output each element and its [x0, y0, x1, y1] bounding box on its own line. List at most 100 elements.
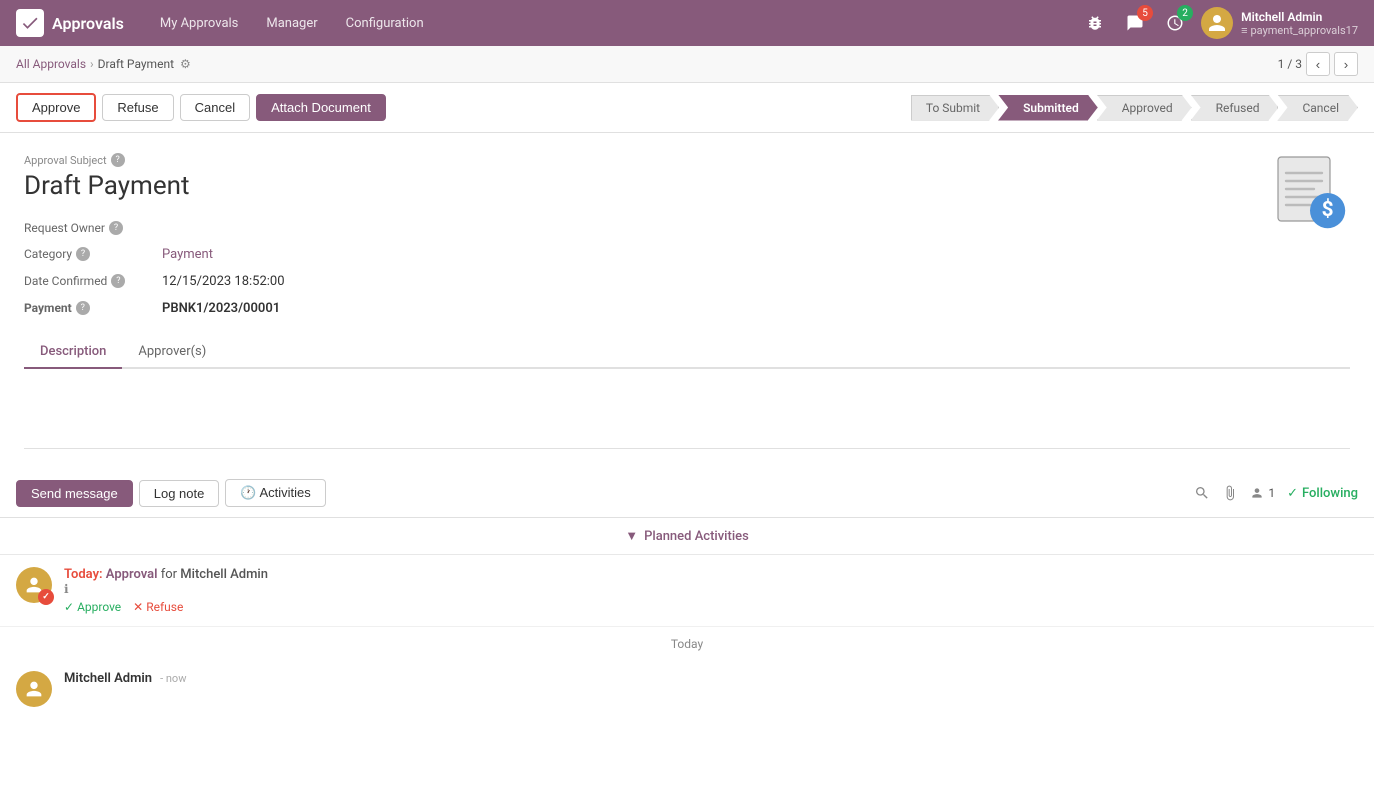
activities-button[interactable]: 🕐 Activities [225, 479, 325, 507]
user-name: Mitchell Admin [1241, 10, 1358, 24]
following-button[interactable]: ✓ Following [1287, 486, 1358, 501]
message-item: Mitchell Admin - now [0, 661, 1374, 717]
activity-info-icon[interactable]: ℹ [64, 582, 1358, 596]
message-content: Mitchell Admin - now [64, 671, 1358, 707]
date-divider: Today [0, 626, 1374, 661]
approval-subject-label: Approval Subject ? [24, 153, 285, 167]
category-value: Payment [162, 247, 213, 262]
payment-label: Payment ? [24, 301, 154, 315]
followers-count[interactable]: 1 [1250, 486, 1275, 500]
field-category: Category ? Payment [24, 247, 285, 262]
field-payment: Payment ? PBNK1/2023/00001 [24, 301, 285, 316]
category-help-icon[interactable]: ? [76, 247, 90, 261]
activity-avatar: ✓ [16, 567, 52, 603]
approval-subject-help-icon[interactable]: ? [111, 153, 125, 167]
breadcrumb-sep: › [90, 57, 94, 71]
breadcrumb: All Approvals › Draft Payment ⚙ [16, 57, 191, 71]
chevron-down-icon: ▼ [625, 528, 638, 544]
form-icon: $ [1270, 153, 1350, 233]
category-link[interactable]: Payment [162, 247, 213, 262]
activity-title: Today: Approval for Mitchell Admin ℹ [64, 567, 1358, 596]
activity-item: ✓ Today: Approval for Mitchell Admin ℹ [0, 555, 1374, 626]
date-confirmed-help-icon[interactable]: ? [111, 274, 125, 288]
check-icon: ✓ [1287, 486, 1298, 501]
activity-content: Today: Approval for Mitchell Admin ℹ ✓ A… [64, 567, 1358, 614]
activities-clock-icon: 🕐 [240, 485, 256, 500]
user-info[interactable]: Mitchell Admin payment_approvals17 [1201, 7, 1358, 39]
form-fields: Request Owner ? Category ? Payment [24, 221, 285, 316]
nav-my-approvals[interactable]: My Approvals [148, 10, 251, 37]
chatter-right: 1 ✓ Following [1194, 485, 1358, 501]
top-navbar: Approvals My Approvals Manager Configura… [0, 0, 1374, 46]
record-title: Draft Payment [24, 171, 285, 201]
bug-icon-btn[interactable] [1081, 9, 1109, 37]
payment-help-icon[interactable]: ? [76, 301, 90, 315]
today-label: Today: [64, 567, 103, 582]
nav-manager[interactable]: Manager [254, 10, 329, 37]
app-brand: Approvals [16, 9, 124, 37]
chat-icon-btn[interactable]: 5 [1121, 9, 1149, 37]
request-owner-label: Request Owner ? [24, 221, 154, 235]
user-sub: payment_approvals17 [1241, 24, 1358, 37]
clock-badge: 2 [1177, 5, 1193, 21]
activity-badge-icon: ✓ [38, 589, 54, 605]
cancel-button[interactable]: Cancel [180, 94, 250, 121]
planned-activities-header: ▼ Planned Activities [0, 518, 1374, 555]
status-approved[interactable]: Approved [1097, 95, 1192, 121]
status-cancel[interactable]: Cancel [1277, 95, 1358, 121]
date-confirmed-value: 12/15/2023 18:52:00 [162, 274, 285, 289]
pagination: 1 / 3 ‹ › [1278, 52, 1358, 76]
chat-badge: 5 [1137, 5, 1153, 21]
svg-text:$: $ [1322, 198, 1334, 222]
message-author: Mitchell Admin [64, 671, 152, 686]
clock-icon-btn[interactable]: 2 [1161, 9, 1189, 37]
payment-value: PBNK1/2023/00001 [162, 301, 280, 316]
breadcrumb-current: Draft Payment ⚙ [98, 57, 191, 71]
activity-refuse-action[interactable]: ✕ Refuse [133, 600, 183, 614]
approve-check-icon: ✓ [64, 600, 74, 614]
nav-menu: My Approvals Manager Configuration [148, 10, 436, 37]
message-time: - now [160, 672, 186, 685]
log-note-button[interactable]: Log note [139, 480, 220, 507]
request-owner-help-icon[interactable]: ? [109, 221, 123, 235]
refuse-x-icon: ✕ [133, 600, 143, 614]
breadcrumb-bar: All Approvals › Draft Payment ⚙ 1 / 3 ‹ … [0, 46, 1374, 83]
activity-type: Approval [106, 567, 158, 582]
chatter-bar: Send message Log note 🕐 Activities 1 ✓ [0, 469, 1374, 518]
form-left: Approval Subject ? Draft Payment Request… [24, 153, 285, 316]
pagination-next-button[interactable]: › [1334, 52, 1358, 76]
status-to-submit[interactable]: To Submit [911, 95, 999, 121]
app-name: Approvals [52, 14, 124, 33]
user-details: Mitchell Admin payment_approvals17 [1241, 10, 1358, 37]
message-avatar [16, 671, 52, 707]
send-message-button[interactable]: Send message [16, 480, 133, 507]
field-request-owner: Request Owner ? [24, 221, 285, 235]
form-header: Approval Subject ? Draft Payment Request… [24, 153, 1350, 316]
status-submitted[interactable]: Submitted [998, 95, 1098, 121]
refuse-button[interactable]: Refuse [102, 94, 173, 121]
tab-content-description [24, 369, 1350, 449]
approve-button[interactable]: Approve [16, 93, 96, 122]
paperclip-icon[interactable] [1222, 485, 1238, 501]
user-avatar [1201, 7, 1233, 39]
app-icon [16, 9, 44, 37]
tab-description[interactable]: Description [24, 336, 122, 369]
settings-gear-icon[interactable]: ⚙ [180, 57, 191, 71]
activity-actions: ✓ Approve ✕ Refuse [64, 600, 1358, 614]
activity-person: Mitchell Admin [180, 567, 268, 582]
search-icon[interactable] [1194, 485, 1210, 501]
nav-configuration[interactable]: Configuration [334, 10, 436, 37]
tabs: Description Approver(s) [24, 336, 1350, 369]
date-confirmed-label: Date Confirmed ? [24, 274, 154, 288]
action-bar: Approve Refuse Cancel Attach Document To… [0, 83, 1374, 133]
status-refused[interactable]: Refused [1191, 95, 1279, 121]
message-header: Mitchell Admin - now [64, 671, 1358, 686]
main-form: Approval Subject ? Draft Payment Request… [0, 133, 1374, 469]
breadcrumb-parent[interactable]: All Approvals [16, 57, 86, 71]
activity-approve-action[interactable]: ✓ Approve [64, 600, 121, 614]
pagination-prev-button[interactable]: ‹ [1306, 52, 1330, 76]
status-bar: To Submit Submitted Approved Refused Can… [912, 95, 1358, 121]
tab-approvers[interactable]: Approver(s) [122, 336, 222, 369]
attach-document-button[interactable]: Attach Document [256, 94, 386, 121]
field-date-confirmed: Date Confirmed ? 12/15/2023 18:52:00 [24, 274, 285, 289]
